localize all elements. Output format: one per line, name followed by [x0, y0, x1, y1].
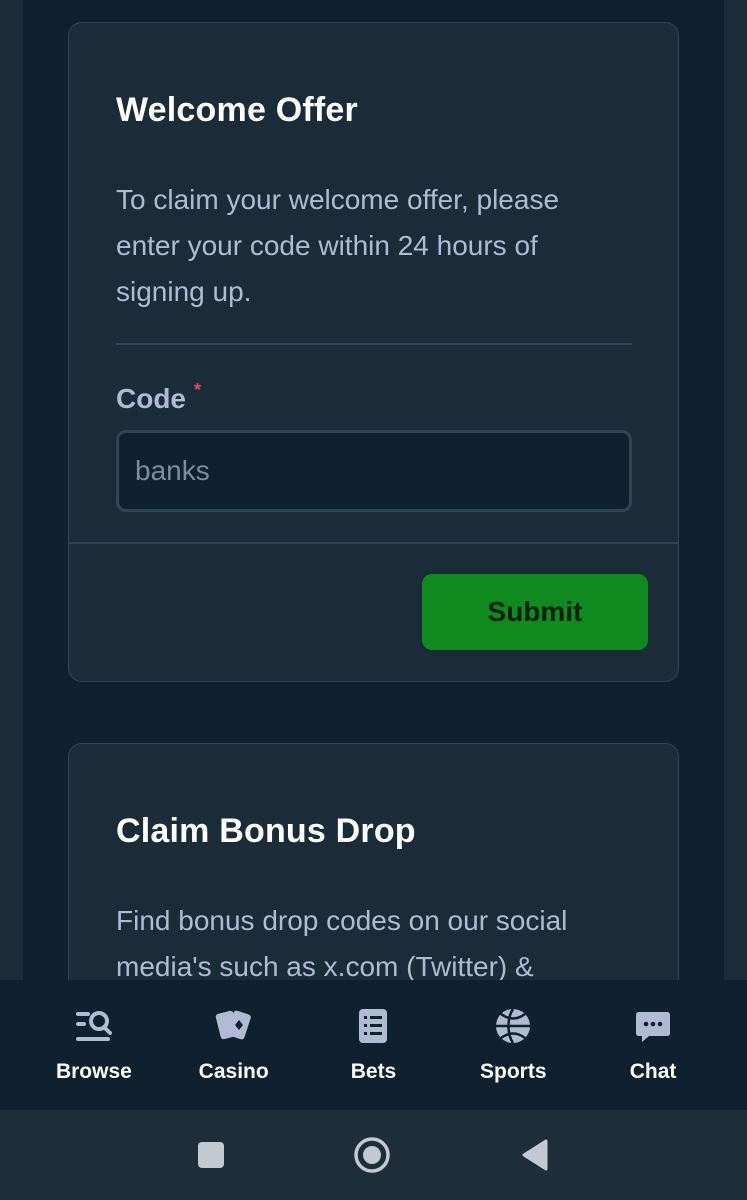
nav-item-bets[interactable]: Bets [318, 980, 428, 1084]
bonus-drop-description: Find bonus drop codes on our social medi… [116, 905, 568, 980]
main-content: Welcome Offer To claim your welcome offe… [23, 0, 724, 980]
bottom-navigation: Browse Casino Bets Sports Chat [0, 980, 747, 1110]
code-field-label: Code * [116, 380, 202, 415]
submit-button[interactable]: Submit [422, 574, 648, 650]
nav-item-sports[interactable]: Sports [458, 980, 568, 1084]
nav-label-browse: Browse [55, 1060, 132, 1083]
chat-bubble-icon [633, 1006, 673, 1046]
welcome-offer-title: Welcome Offer [116, 91, 358, 129]
nav-item-chat[interactable]: Chat [598, 980, 708, 1084]
nav-label-sports: Sports [480, 1060, 547, 1083]
playing-cards-icon [214, 1006, 254, 1046]
bet-slip-list-icon [353, 1006, 393, 1046]
nav-label-casino: Casino [198, 1060, 269, 1083]
code-label-text: Code [116, 383, 186, 414]
home-circle-icon[interactable] [352, 1135, 392, 1175]
code-input[interactable] [116, 430, 632, 512]
bonus-drop-title: Claim Bonus Drop [116, 812, 416, 850]
nav-label-chat: Chat [629, 1060, 677, 1083]
back-triangle-icon[interactable] [514, 1135, 554, 1175]
claim-bonus-drop-card: Claim Bonus Drop Find bonus drop codes o… [68, 743, 679, 980]
nav-item-browse[interactable]: Browse [39, 980, 149, 1084]
nav-label-bets: Bets [350, 1060, 397, 1083]
required-asterisk: * [194, 380, 202, 400]
welcome-offer-card: Welcome Offer To claim your welcome offe… [68, 22, 679, 682]
recents-square-icon[interactable] [191, 1135, 231, 1175]
welcome-offer-description: To claim your welcome offer, please ente… [116, 184, 560, 307]
divider [116, 343, 632, 345]
card-footer-divider [69, 542, 678, 544]
system-navigation-bar [0, 1110, 747, 1200]
browse-search-icon [74, 1006, 114, 1046]
nav-item-casino[interactable]: Casino [179, 980, 289, 1084]
basketball-icon [493, 1006, 533, 1046]
